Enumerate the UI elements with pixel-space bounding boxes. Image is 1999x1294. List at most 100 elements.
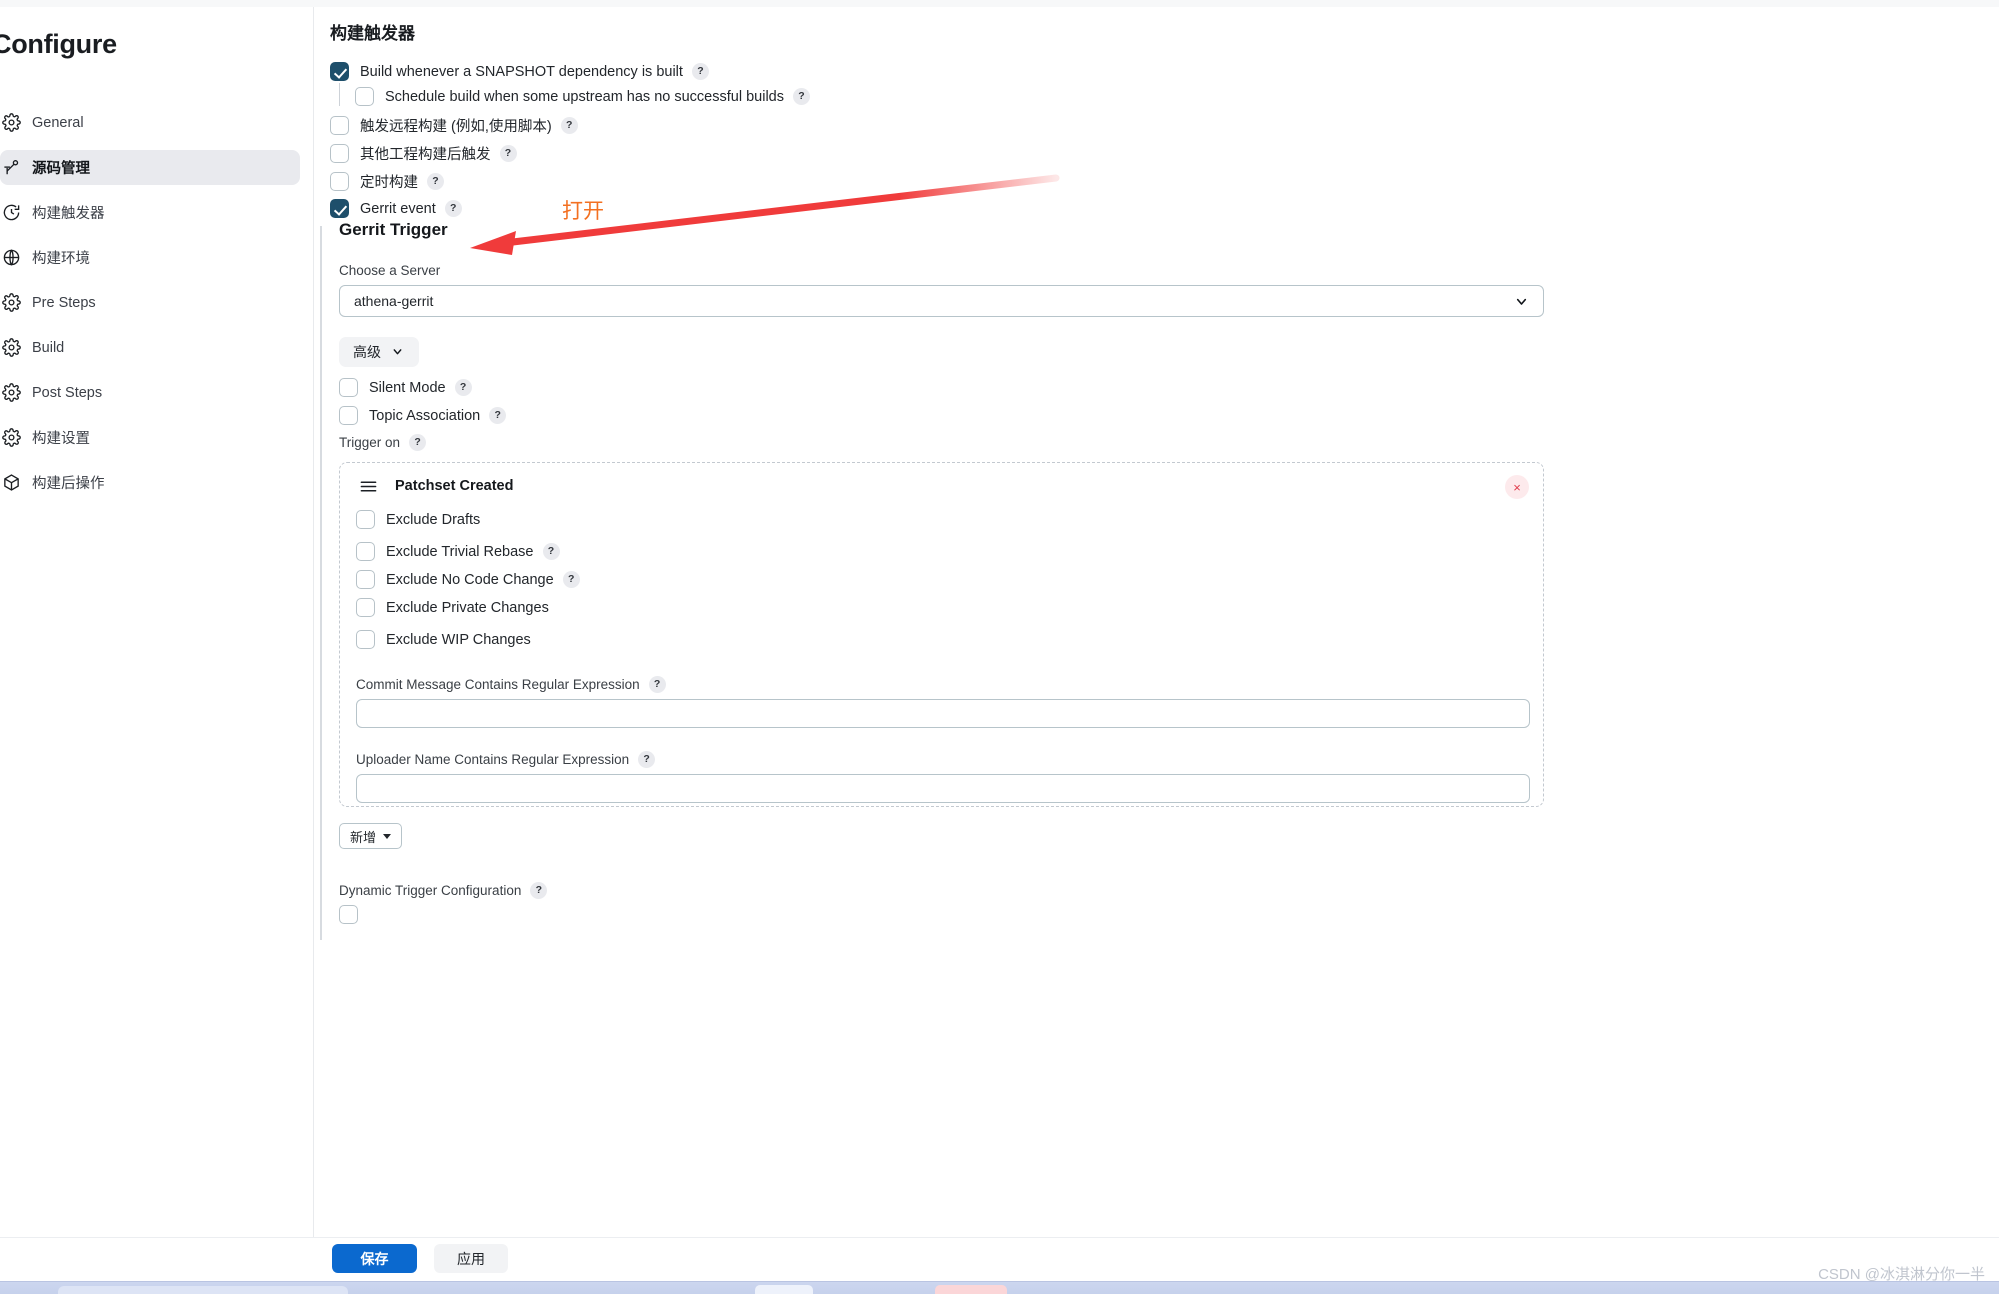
dynamic-trigger-checkbox[interactable] — [339, 905, 358, 924]
sidebar-item-post-steps[interactable]: Post Steps — [0, 375, 300, 410]
drag-handle-icon[interactable] — [360, 480, 377, 493]
uploader-name-regex-label: Uploader Name Contains Regular Expressio… — [356, 752, 630, 767]
save-button-label: 保存 — [360, 1250, 389, 1267]
gear-icon — [2, 338, 32, 358]
sidebar-item-post-build-actions[interactable]: 构建后操作 — [0, 465, 300, 500]
nesting-connector — [339, 83, 340, 106]
help-icon[interactable]: ? — [562, 571, 580, 588]
close-icon: × — [1513, 479, 1521, 495]
trigger-row-remote: 触发远程构建 (例如,使用脚本) ? — [330, 115, 578, 136]
os-taskbar — [0, 1281, 1999, 1294]
add-trigger-event-button[interactable]: 新增 — [339, 823, 403, 849]
trigger-on-label: Trigger on — [339, 435, 401, 450]
gerrit-event-checkbox[interactable] — [330, 199, 349, 218]
commit-message-regex-input[interactable] — [356, 699, 1530, 728]
topic-association-label: Topic Association — [369, 407, 481, 424]
taskbar-window-a[interactable] — [58, 1286, 348, 1294]
panel-header: Patchset Created — [360, 478, 513, 494]
sidebar-item-source-control[interactable]: 源码管理 — [0, 150, 300, 185]
help-icon[interactable]: ? — [542, 543, 560, 560]
exclude-wip-changes-checkbox[interactable] — [356, 630, 375, 649]
trigger-label: 其他工程构建后触发 — [360, 147, 491, 163]
advanced-toggle-button[interactable]: 高级 — [339, 337, 419, 367]
cube-icon — [2, 473, 32, 493]
trigger-label: Gerrit event — [360, 200, 436, 217]
help-icon[interactable]: ? — [499, 145, 517, 162]
annotation-text: 打开 — [562, 200, 604, 223]
source-control-icon — [2, 158, 32, 178]
exclude-private-changes-checkbox[interactable] — [356, 598, 375, 617]
sidebar-item-label: 构建触发器 — [32, 206, 105, 222]
chevron-down-icon — [1514, 294, 1529, 309]
sidebar-item-label: 构建后操作 — [32, 476, 105, 492]
configure-sidebar: Configure General 源码管理 构建触发器 构建环境 Pre St… — [0, 7, 313, 1237]
gerrit-server-select[interactable]: athena-gerrit — [339, 285, 1544, 317]
gear-icon — [2, 428, 32, 448]
save-button[interactable]: 保存 — [332, 1244, 417, 1273]
help-icon[interactable]: ? — [489, 407, 507, 424]
sidebar-item-build-environment[interactable]: 构建环境 — [0, 240, 300, 275]
trigger-row-snapshot: Build whenever a SNAPSHOT dependency is … — [330, 62, 709, 81]
section-heading: 构建触发器 — [330, 24, 415, 43]
sidebar-item-label: Post Steps — [32, 384, 103, 401]
help-icon[interactable]: ? — [427, 173, 444, 190]
sidebar-item-build-settings[interactable]: 构建设置 — [0, 420, 300, 455]
snapshot-dependency-checkbox[interactable] — [330, 62, 349, 81]
exclude-trivial-rebase-row: Exclude Trivial Rebase ? — [356, 542, 560, 561]
help-icon[interactable]: ? — [648, 676, 666, 693]
main-content: 构建触发器 Build whenever a SNAPSHOT dependen… — [314, 7, 1999, 1237]
trigger-event-panel: Patchset Created × Exclude Drafts Exclud… — [339, 462, 1544, 807]
help-icon[interactable]: ? — [530, 882, 548, 899]
schedule-upstream-checkbox[interactable] — [355, 87, 374, 106]
silent-mode-row: Silent Mode ? — [339, 378, 472, 397]
sidebar-item-build-triggers[interactable]: 构建触发器 — [0, 195, 300, 230]
dynamic-trigger-label: Dynamic Trigger Configuration — [339, 883, 522, 898]
gerrit-trigger-title: Gerrit Trigger — [339, 220, 448, 239]
commit-message-regex-label: Commit Message Contains Regular Expressi… — [356, 677, 640, 692]
panel-title: Patchset Created — [395, 478, 514, 494]
sidebar-item-label: 构建设置 — [32, 431, 90, 447]
help-icon[interactable]: ? — [454, 379, 472, 396]
scheduled-build-checkbox[interactable] — [330, 172, 349, 191]
help-icon[interactable]: ? — [638, 751, 656, 768]
sidebar-item-general[interactable]: General — [0, 105, 300, 140]
taskbar-window-c[interactable] — [935, 1285, 1007, 1294]
help-icon[interactable]: ? — [409, 434, 427, 451]
upstream-project-checkbox[interactable] — [330, 144, 349, 163]
trigger-row-schedule-upstream: Schedule build when some upstream has no… — [355, 87, 810, 106]
sidebar-item-build[interactable]: Build — [0, 330, 300, 365]
uploader-name-regex-input[interactable] — [356, 774, 1530, 803]
trigger-row-scheduled: 定时构建 ? — [330, 171, 444, 192]
help-icon[interactable]: ? — [792, 88, 810, 105]
trigger-label: 定时构建 — [360, 175, 418, 191]
sidebar-item-label: 源码管理 — [32, 161, 90, 177]
help-icon[interactable]: ? — [691, 63, 709, 80]
page-title: Configure — [0, 29, 117, 59]
gerrit-server-value: athena-gerrit — [354, 293, 434, 309]
app-window: Configure General 源码管理 构建触发器 构建环境 Pre St… — [0, 0, 1999, 1294]
help-icon[interactable]: ? — [444, 200, 462, 217]
exclude-no-code-change-label: Exclude No Code Change — [386, 571, 554, 588]
taskbar-window-b[interactable] — [755, 1285, 813, 1294]
exclude-private-changes-label: Exclude Private Changes — [386, 599, 549, 616]
remote-trigger-checkbox[interactable] — [330, 116, 349, 135]
exclude-drafts-checkbox[interactable] — [356, 510, 375, 529]
trigger-row-upstream-project: 其他工程构建后触发 ? — [330, 143, 517, 164]
topic-association-checkbox[interactable] — [339, 406, 358, 425]
apply-button[interactable]: 应用 — [434, 1244, 508, 1273]
add-button-label: 新增 — [350, 829, 377, 845]
top-strip — [0, 0, 1999, 7]
remove-trigger-event-button[interactable]: × — [1505, 475, 1529, 499]
action-bar — [0, 1237, 1999, 1278]
exclude-trivial-rebase-checkbox[interactable] — [356, 542, 375, 561]
help-icon[interactable]: ? — [560, 117, 578, 134]
silent-mode-checkbox[interactable] — [339, 378, 358, 397]
sidebar-item-pre-steps[interactable]: Pre Steps — [0, 285, 300, 320]
dynamic-trigger-row — [339, 905, 358, 924]
clock-icon — [2, 203, 32, 223]
trigger-label: Schedule build when some upstream has no… — [385, 88, 784, 105]
silent-mode-label: Silent Mode — [369, 379, 446, 396]
exclude-no-code-change-row: Exclude No Code Change ? — [356, 570, 580, 589]
exclude-no-code-change-checkbox[interactable] — [356, 570, 375, 589]
sidebar-nav: General 源码管理 构建触发器 构建环境 Pre Steps Build … — [0, 105, 300, 510]
